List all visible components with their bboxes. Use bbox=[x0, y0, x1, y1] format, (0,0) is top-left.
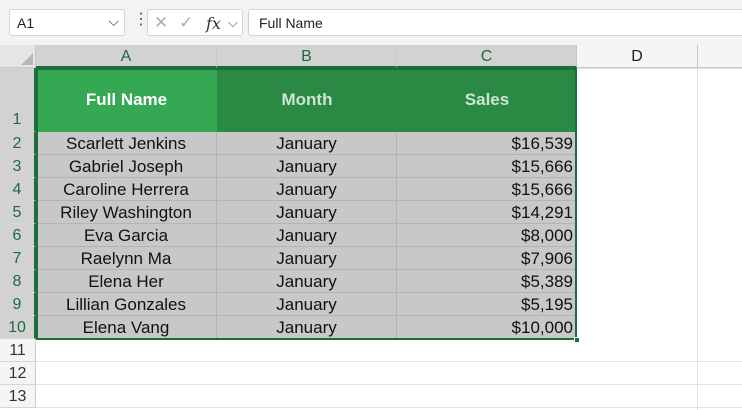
cell-full-name[interactable]: Raelynn Ma bbox=[36, 247, 217, 270]
cell-month[interactable]: January bbox=[217, 247, 397, 270]
cell-sales[interactable]: $10,000 bbox=[397, 316, 577, 339]
cell-full-name[interactable]: Elena Vang bbox=[36, 316, 217, 339]
name-box-value: A1 bbox=[17, 15, 35, 31]
cancel-icon[interactable]: ✕ bbox=[154, 13, 168, 33]
gridline bbox=[577, 68, 742, 69]
cell-full-name[interactable]: Elena Her bbox=[36, 270, 217, 293]
gridline bbox=[697, 68, 698, 410]
cell-sales[interactable]: $5,195 bbox=[397, 293, 577, 316]
gridline bbox=[36, 384, 742, 385]
cell-month[interactable]: January bbox=[217, 178, 397, 201]
row-header-13[interactable]: 13 bbox=[0, 385, 36, 408]
row-header-9[interactable]: 9 bbox=[0, 293, 36, 316]
chevron-down-icon[interactable]: ⌵ bbox=[108, 13, 119, 30]
row-header-10[interactable]: 10 bbox=[0, 316, 36, 339]
select-all-triangle-icon bbox=[21, 53, 33, 65]
gridline bbox=[36, 407, 742, 408]
formula-actions: ✕ ✓ fx ⌵ bbox=[147, 9, 243, 36]
chevron-down-icon[interactable]: ⌵ bbox=[228, 15, 238, 31]
column-header-e[interactable] bbox=[698, 45, 742, 68]
table-header-month[interactable]: Month bbox=[217, 68, 397, 132]
cell-month[interactable]: January bbox=[217, 155, 397, 178]
cell-month[interactable]: January bbox=[217, 132, 397, 155]
column-header-a[interactable]: A bbox=[36, 45, 217, 68]
cell-full-name[interactable]: Scarlett Jenkins bbox=[36, 132, 217, 155]
cell-full-name[interactable]: Riley Washington bbox=[36, 201, 217, 224]
row-header-11[interactable]: 11 bbox=[0, 339, 36, 362]
row-header-5[interactable]: 5 bbox=[0, 201, 36, 224]
column-header-d[interactable]: D bbox=[577, 45, 698, 68]
row-header-1[interactable]: 1 bbox=[0, 68, 36, 132]
cell-sales[interactable]: $15,666 bbox=[397, 155, 577, 178]
column-header-b[interactable]: B bbox=[217, 45, 397, 68]
cell-month[interactable]: January bbox=[217, 224, 397, 247]
cell-sales[interactable]: $14,291 bbox=[397, 201, 577, 224]
cell-month[interactable]: January bbox=[217, 293, 397, 316]
select-all-button[interactable] bbox=[0, 45, 36, 68]
cell-sales[interactable]: $8,000 bbox=[397, 224, 577, 247]
table-header-sales[interactable]: Sales bbox=[397, 68, 577, 132]
row-header-2[interactable]: 2 bbox=[0, 132, 36, 155]
cell-sales[interactable]: $7,906 bbox=[397, 247, 577, 270]
formula-value: Full Name bbox=[259, 15, 323, 31]
row-header-7[interactable]: 7 bbox=[0, 247, 36, 270]
row-header-12[interactable]: 12 bbox=[0, 362, 36, 385]
table-header-full-name[interactable]: Full Name bbox=[36, 68, 217, 132]
confirm-icon[interactable]: ✓ bbox=[179, 13, 193, 33]
cell-month[interactable]: January bbox=[217, 316, 397, 339]
row-header-8[interactable]: 8 bbox=[0, 270, 36, 293]
cell-full-name[interactable]: Lillian Gonzales bbox=[36, 293, 217, 316]
fill-handle[interactable] bbox=[574, 337, 580, 343]
cell-sales[interactable]: $15,666 bbox=[397, 178, 577, 201]
name-box[interactable]: A1 ⌵ bbox=[9, 9, 125, 36]
cell-full-name[interactable]: Gabriel Joseph bbox=[36, 155, 217, 178]
spreadsheet-grid: A B C D 1 2 3 4 5 6 7 8 9 10 11 12 13 Fu… bbox=[0, 45, 742, 410]
gridline bbox=[36, 361, 742, 362]
cell-sales[interactable]: $16,539 bbox=[397, 132, 577, 155]
insert-function-icon[interactable]: fx bbox=[206, 14, 221, 33]
cell-full-name[interactable]: Caroline Herrera bbox=[36, 178, 217, 201]
formula-input[interactable]: Full Name bbox=[248, 9, 742, 36]
cell-full-name[interactable]: Eva Garcia bbox=[36, 224, 217, 247]
cell-sales[interactable]: $5,389 bbox=[397, 270, 577, 293]
formula-bar: A1 ⌵ ⋮ ✕ ✓ fx ⌵ Full Name bbox=[0, 0, 742, 45]
cell-month[interactable]: January bbox=[217, 201, 397, 224]
column-header-c[interactable]: C bbox=[397, 45, 577, 68]
row-header-4[interactable]: 4 bbox=[0, 178, 36, 201]
row-header-3[interactable]: 3 bbox=[0, 155, 36, 178]
row-header-6[interactable]: 6 bbox=[0, 224, 36, 247]
cell-month[interactable]: January bbox=[217, 270, 397, 293]
